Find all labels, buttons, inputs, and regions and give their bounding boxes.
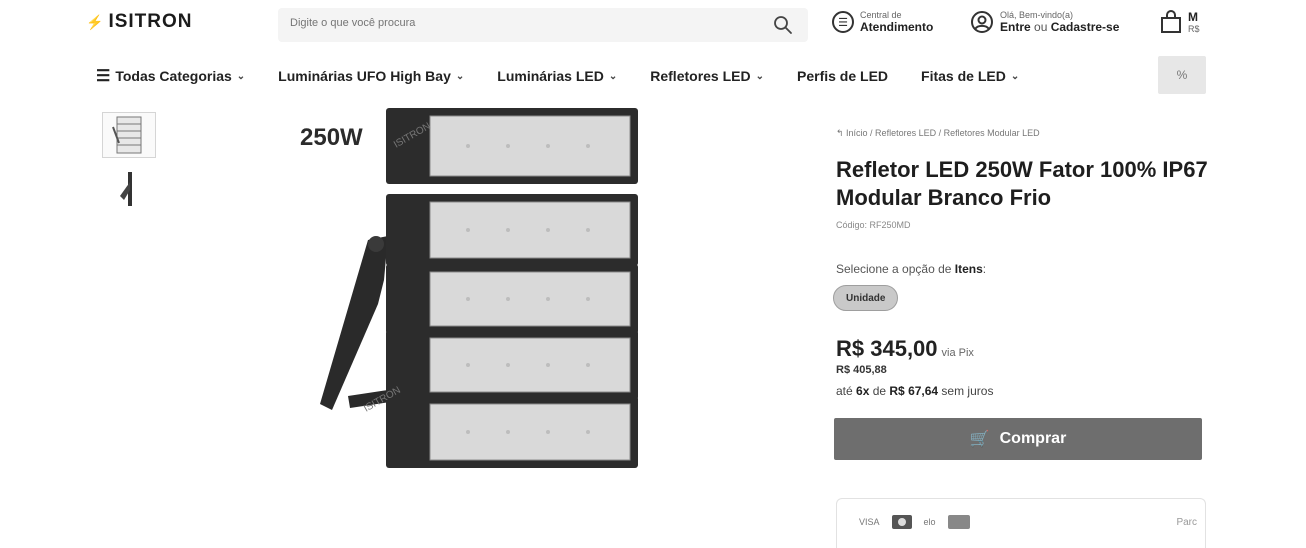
- price-value: R$ 345,00: [836, 336, 938, 361]
- installments-link[interactable]: Parc: [1176, 517, 1197, 528]
- brand-logo[interactable]: ⚡ ISITRON: [86, 11, 193, 33]
- nav-fitas-led[interactable]: Fitas de LED ⌄: [921, 68, 1019, 84]
- buy-button[interactable]: 🛒 Comprar: [834, 418, 1202, 460]
- account-greeting: Olá, Bem-vindo(a): [1000, 10, 1074, 20]
- bolt-icon: ⚡: [86, 13, 105, 30]
- visa-logo: VISA: [859, 517, 880, 527]
- chevron-down-icon: ⌄: [608, 70, 618, 82]
- nav-label: Fitas de LED: [921, 68, 1006, 84]
- search-input[interactable]: [288, 16, 752, 30]
- chevron-down-icon: ⌄: [755, 70, 764, 82]
- regular-price: R$ 405,88: [836, 364, 887, 376]
- product-thumbnail-front[interactable]: [102, 112, 156, 158]
- nav-ufo-high-bay[interactable]: Luminárias UFO High Bay ⌄: [278, 68, 464, 84]
- option-name: Itens: [954, 262, 983, 276]
- nav-perfis-led[interactable]: Perfis de LED: [797, 68, 888, 84]
- installments: até 6x de R$ 67,64 sem juros: [836, 384, 993, 398]
- option-prefix: Selecione a opção de: [836, 262, 955, 276]
- search-icon[interactable]: [772, 14, 794, 36]
- breadcrumb[interactable]: ↰ Início / Refletores LED / Refletores M…: [836, 128, 1040, 139]
- cart-title: M: [1188, 10, 1198, 24]
- elo-logo: elo: [923, 517, 936, 527]
- menu-lines-icon: ☰: [96, 68, 111, 85]
- install-prefix: até: [836, 384, 857, 398]
- nav-luminarias-led[interactable]: Luminárias LED ⌄: [497, 68, 617, 84]
- nav-offers-button[interactable]: %: [1158, 56, 1206, 94]
- buy-label: Comprar: [999, 430, 1067, 447]
- install-mid: de: [869, 384, 890, 398]
- chevron-down-icon: ⌄: [455, 70, 465, 82]
- led-module: [386, 396, 638, 468]
- chevron-down-icon: ⌄: [1010, 70, 1020, 82]
- register-link[interactable]: Cadastre-se: [1051, 20, 1120, 34]
- option-suffix: :: [982, 262, 987, 276]
- hipercard-logo: [947, 515, 970, 529]
- led-module: [386, 108, 638, 184]
- nav-label: Refletores LED: [650, 68, 751, 84]
- install-value: R$ 67,64: [889, 384, 939, 398]
- mastercard-logo: [891, 515, 912, 529]
- user-icon: [971, 11, 993, 33]
- main-nav: ☰ Todas Categorias ⌄ Luminárias UFO High…: [96, 62, 1216, 90]
- thumbnail-side-image: [120, 172, 132, 206]
- price-method: via Pix: [941, 347, 974, 359]
- option-chip-unidade[interactable]: Unidade: [833, 285, 899, 311]
- nav-refletores-led[interactable]: Refletores LED ⌄: [650, 68, 764, 84]
- account-link[interactable]: Olá, Bem-vindo(a) Entre ou Cadastre-se: [970, 10, 1119, 34]
- account-or: ou: [1030, 20, 1051, 34]
- cart-total: R$: [1188, 24, 1200, 34]
- nav-label: Todas Categorias: [115, 68, 232, 84]
- login-link[interactable]: Entre: [1000, 20, 1031, 34]
- product-main-image[interactable]: ISITRON ISITRON: [318, 104, 658, 504]
- breadcrumb-text: Início / Refletores LED / Refletores Mod…: [846, 128, 1040, 138]
- percent-tag-icon: %: [1176, 68, 1188, 82]
- chat-icon: ☰: [832, 11, 854, 33]
- product-title: Refletor LED 250W Fator 100% IP67 Modula…: [836, 157, 1208, 210]
- support-line2: Atendimento: [860, 20, 934, 34]
- led-module: [386, 194, 638, 266]
- product-thumbnail-side[interactable]: [112, 168, 142, 208]
- cart-bag-icon: [1161, 10, 1181, 33]
- led-module: [386, 264, 638, 334]
- nav-label: Luminárias LED: [497, 68, 604, 84]
- nav-label: Luminárias UFO High Bay: [278, 68, 451, 84]
- back-arrow-icon: ↰: [836, 128, 847, 138]
- nav-label: Perfis de LED: [797, 68, 889, 84]
- product-code: Código: RF250MD: [836, 220, 911, 230]
- led-module: [386, 330, 638, 400]
- cart-link[interactable]: M R$: [1160, 10, 1200, 34]
- install-suffix: sem juros: [938, 384, 994, 398]
- thumbnail-floodlight-image: [112, 116, 142, 154]
- option-label: Selecione a opção de Itens:: [836, 262, 986, 276]
- pix-price: R$ 345,00 via Pix: [836, 336, 974, 362]
- logo-text: ISITRON: [108, 11, 193, 32]
- payment-methods-card: VISA elo Parc: [836, 498, 1206, 548]
- account-actions: Entre ou Cadastre-se: [1000, 20, 1119, 34]
- search-bar: [278, 8, 808, 42]
- support-link[interactable]: ☰ Central de Atendimento: [832, 10, 933, 34]
- install-count: 6x: [856, 384, 870, 398]
- chevron-down-icon: ⌄: [236, 70, 246, 82]
- nav-all-categories[interactable]: ☰ Todas Categorias ⌄: [96, 66, 245, 86]
- support-line1: Central de: [860, 10, 902, 20]
- cart-icon: 🛒: [969, 431, 990, 448]
